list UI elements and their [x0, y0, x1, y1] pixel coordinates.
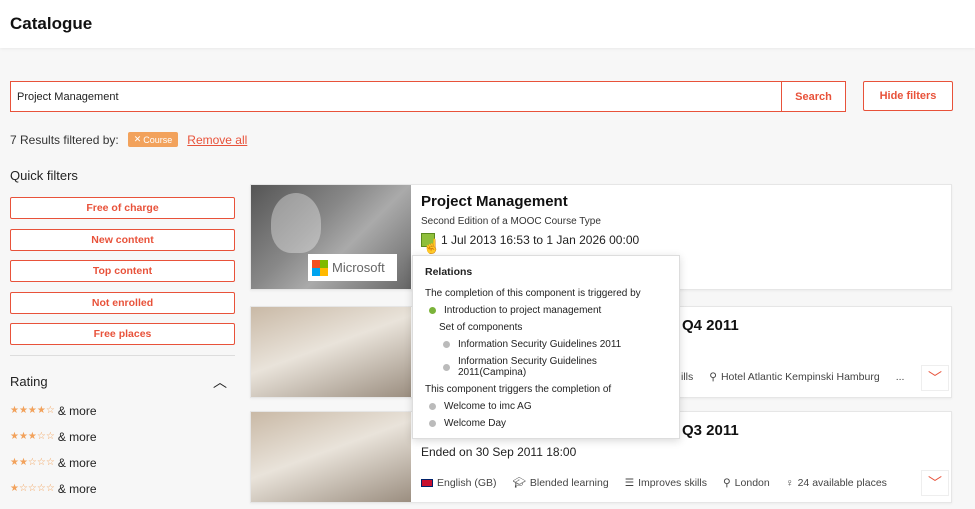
quick-filter-free-of-charge[interactable]: Free of charge — [10, 197, 235, 219]
filter-chip[interactable]: ✕ Course — [127, 132, 179, 147]
course-subtitle: Second Edition of a MOOC Course Type — [421, 216, 601, 227]
quick-filter-free-places[interactable]: Free places — [10, 323, 235, 345]
popup-set-item[interactable]: Information Security Guidelines 2011(Cam… — [425, 356, 667, 378]
list-icon: ☰ — [624, 476, 635, 489]
microsoft-logo-text: Microsoft — [332, 260, 385, 275]
location-pin-icon: ⚲ — [709, 371, 717, 383]
chevron-up-icon[interactable]: ︿ — [213, 372, 227, 392]
popup-set-item[interactable]: Information Security Guidelines 2011 — [425, 339, 667, 350]
relations-popup: Relations The completion of this compone… — [412, 255, 680, 439]
search-input[interactable] — [11, 82, 781, 111]
uk-flag-icon — [421, 478, 433, 487]
lightbulb-icon — [271, 193, 321, 253]
status-dot-icon — [429, 307, 436, 314]
expand-button[interactable]: ﹀ — [921, 470, 949, 496]
course-date-text: Ended on 30 Sep 2011 18:00 — [421, 445, 577, 459]
chevron-down-icon: ﹀ — [928, 370, 942, 386]
results-summary: 7 Results filtered by: ✕ Course Remove a… — [10, 132, 247, 147]
expand-button[interactable]: ﹀ — [921, 365, 949, 391]
star-rating-icon: ★★☆☆☆ — [10, 457, 55, 468]
quick-filter-new-content[interactable]: New content — [10, 228, 235, 251]
quick-filter-top-content[interactable]: Top content — [10, 260, 235, 282]
graduation-cap-icon: 🎓︎ — [512, 477, 526, 489]
course-thumbnail: Microsoft — [251, 185, 411, 289]
course-meta: English (GB) 🎓︎ Blended learning ☰ Improve… — [421, 476, 887, 489]
microphone-icon: ♀ — [785, 476, 794, 489]
course-title-suffix[interactable]: Q3 2011 — [682, 422, 739, 439]
rating-label: & more — [57, 429, 97, 444]
course-date: 1 Jul 2013 16:53 to 1 Jan 2026 00:00 — [421, 233, 941, 247]
card-content: Project Management Second Edition of a M… — [421, 193, 941, 247]
meta-location: ⚲ London — [722, 476, 770, 489]
meta-format: 🎓︎ Blended learning — [512, 476, 609, 490]
course-thumbnail — [251, 412, 411, 502]
popup-intro-item[interactable]: Introduction to project management — [425, 305, 667, 316]
rating-title: Rating — [10, 374, 48, 389]
status-dot-icon — [443, 341, 450, 348]
rating-header[interactable]: Rating ︿ — [10, 372, 235, 392]
rating-label: & more — [57, 481, 97, 496]
popup-set-label: Set of components — [439, 322, 523, 333]
divider — [10, 354, 235, 356]
popup-trigger-item[interactable]: Welcome to imc AG — [425, 401, 667, 412]
rating-label: & more — [57, 403, 97, 418]
cursor-hand-icon: ☝ — [423, 238, 441, 254]
popup-title: Relations — [425, 266, 473, 278]
quick-filters-title: Quick filters — [10, 168, 78, 183]
rating-filter-3[interactable]: ★★★☆☆ & more — [10, 430, 235, 444]
search-button[interactable]: Search — [781, 82, 845, 111]
chevron-down-icon: ﹀ — [928, 475, 942, 491]
popup-triggers: This component triggers the completion o… — [425, 384, 612, 395]
meta-goal: ☰ Improves skills — [624, 476, 707, 489]
course-meta: ills ⚲ Hotel Atlantic Kempinski Hamburg .… — [681, 371, 904, 383]
page-title: Catalogue — [10, 14, 93, 33]
search-bar: Search — [10, 81, 846, 112]
rating-filter-4[interactable]: ★★★★☆ & more — [10, 404, 235, 418]
meta-language: English (GB) — [421, 476, 497, 489]
results-count: 7 Results filtered by: — [10, 132, 119, 147]
windows-logo-icon — [312, 259, 328, 276]
status-dot-icon — [443, 363, 450, 371]
rating-label: & more — [57, 455, 97, 470]
meta-location: ⚲ Hotel Atlantic Kempinski Hamburg — [709, 371, 880, 383]
remove-all-link[interactable]: Remove all — [187, 133, 247, 147]
star-rating-icon: ★☆☆☆☆ — [10, 483, 55, 494]
meta-more: ... — [895, 371, 905, 383]
meta-skills: ills — [681, 371, 694, 383]
popup-triggered-by: The completion of this component is trig… — [425, 288, 641, 299]
header: Catalogue — [0, 0, 975, 48]
sidebar: Quick filters Free of charge New content… — [10, 168, 235, 496]
filter-chip-label: Course — [143, 134, 173, 145]
star-rating-icon: ★★★★☆ — [10, 405, 55, 416]
course-thumbnail — [251, 307, 411, 397]
status-dot-icon — [429, 403, 436, 410]
course-title[interactable]: Project Management — [421, 193, 941, 210]
quick-filter-not-enrolled[interactable]: Not enrolled — [10, 291, 235, 314]
location-pin-icon: ⚲ — [722, 476, 731, 489]
course-date-text: 1 Jul 2013 16:53 to 1 Jan 2026 00:00 — [441, 233, 640, 247]
rating-filter-2[interactable]: ★★☆☆☆ & more — [10, 456, 235, 470]
course-title-suffix[interactable]: Q4 2011 — [682, 317, 739, 334]
rating-filter-1[interactable]: ★☆☆☆☆ & more — [10, 482, 235, 496]
popup-trigger-item[interactable]: Welcome Day — [425, 418, 667, 429]
status-dot-icon — [429, 420, 436, 427]
microsoft-logo: Microsoft — [308, 254, 397, 281]
close-icon[interactable]: ✕ — [134, 134, 142, 145]
meta-places: ♀ 24 available places — [785, 476, 887, 489]
hide-filters-button[interactable]: Hide filters — [863, 81, 953, 111]
star-rating-icon: ★★★☆☆ — [10, 431, 55, 442]
